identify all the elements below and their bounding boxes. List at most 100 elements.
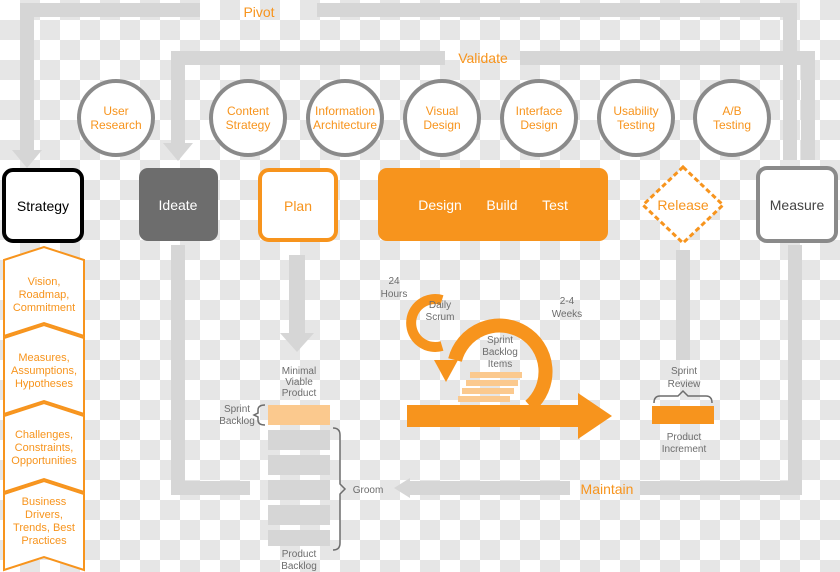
backlog-block <box>268 505 330 525</box>
validate-label: Validate <box>458 50 508 66</box>
activity-label: Visual <box>426 104 458 118</box>
sprint-backlog-label: Sprint Backlog <box>219 404 266 427</box>
chevron-measures: Measures, Assumptions, Hypotheses <box>3 323 85 416</box>
pivot-arrowhead <box>12 150 42 168</box>
product-backlog-stack <box>268 405 330 546</box>
daily-scrum-arrowhead <box>434 360 458 382</box>
activity-usability-testing: Usability Testing <box>597 79 675 157</box>
chevron-text: Constraints, <box>15 442 74 454</box>
chevron-text: Trends, Best <box>13 522 75 534</box>
chevron-text: Roadmap, <box>19 289 70 301</box>
maintain-label: Maintain <box>581 481 634 497</box>
pivot-label: Pivot <box>243 4 274 20</box>
validate-arrowhead <box>163 143 193 161</box>
product-increment-text: Increment <box>662 444 707 455</box>
activity-label: Testing <box>713 118 751 132</box>
sprint-review-brace <box>653 389 713 404</box>
chevron-text: Practices <box>21 535 67 547</box>
chevron-text: Opportunities <box>11 455 77 467</box>
activity-visual-design: Visual Design <box>403 79 481 157</box>
daily-scrum-text: Scrum <box>426 312 455 323</box>
strategy-chevrons: Vision, Roadmap, Commitment Measures, As… <box>3 245 85 572</box>
activity-label: Content <box>227 104 270 118</box>
chevron-vision: Vision, Roadmap, Commitment <box>3 245 85 338</box>
hours-text: 24 <box>388 276 400 287</box>
stage-label: Test <box>542 197 568 213</box>
groom-label: Groom <box>353 485 384 496</box>
mvp-text: Viable <box>285 377 313 388</box>
groom-brace: Groom <box>332 427 384 551</box>
activity-label: Design <box>423 118 460 132</box>
hours-label: 24 Hours <box>381 276 408 300</box>
stage-label: Plan <box>284 198 312 214</box>
backlog-items-text: Backlog <box>482 347 518 358</box>
daily-scrum-text: Daily <box>429 300 451 311</box>
activity-label: Testing <box>617 118 655 132</box>
sprint-backlog-items-stack <box>458 372 522 402</box>
stage-label: Strategy <box>17 198 69 214</box>
chevron-text: Challenges, <box>15 429 73 441</box>
activity-label: Interface <box>516 104 563 118</box>
product-backlog-label: Product Backlog <box>281 549 317 572</box>
mvp-text: Product <box>282 388 317 399</box>
release-down-connector <box>676 250 690 360</box>
weeks-text: Weeks <box>552 309 582 320</box>
sprint-review-text: Sprint <box>671 366 697 377</box>
weeks-label: 2-4 Weeks <box>552 296 582 320</box>
backlog-block <box>268 430 330 450</box>
sprint-main-arrowhead <box>578 393 612 439</box>
backlog-items-text: Sprint <box>487 335 513 346</box>
plan-down-arrow <box>280 255 314 352</box>
activity-label: Research <box>90 118 141 132</box>
stage-label: Ideate <box>159 197 198 213</box>
chevron-text: Assumptions, <box>11 365 77 377</box>
chevron-text: Business <box>22 496 67 508</box>
sprint-backlog-text: Sprint <box>224 404 250 415</box>
backlog-items-text: Items <box>488 359 512 370</box>
stage-plan: Plan <box>258 168 338 242</box>
backlog-block <box>268 480 330 500</box>
product-backlog-text: Backlog <box>281 561 317 572</box>
activity-label: User <box>103 104 128 118</box>
activity-label: Usability <box>613 104 658 118</box>
activity-user-research: User Research <box>77 79 155 157</box>
mvp-text: Minimal <box>282 366 316 377</box>
maintain-arrowhead <box>394 478 410 498</box>
stage-ideate: Ideate <box>139 168 218 241</box>
stage-label: Measure <box>770 197 825 213</box>
activity-interface-design: Interface Design <box>500 79 578 157</box>
stage-label: Build <box>486 197 517 213</box>
chevron-text: Commitment <box>13 302 75 314</box>
sprint-review-label: Sprint Review <box>668 366 702 390</box>
backlog-block <box>268 455 330 475</box>
product-increment-block <box>652 406 714 424</box>
activity-label: Design <box>520 118 557 132</box>
sprint-backlog-text: Backlog <box>219 416 255 427</box>
activity-label: Architecture <box>313 118 377 132</box>
daily-scrum-label: Daily Scrum <box>426 300 455 323</box>
sprint-main-arrow-shaft <box>407 405 582 427</box>
product-increment-text: Product <box>667 432 702 443</box>
weeks-text: 2-4 <box>560 296 575 307</box>
backlog-items-label: Sprint Backlog Items <box>482 335 518 370</box>
backlog-block <box>268 530 330 546</box>
activity-label: Strategy <box>226 118 271 132</box>
hours-text: Hours <box>381 289 408 300</box>
mvp-label: Minimal Viable Product <box>282 366 317 399</box>
chevron-text: Measures, <box>18 352 69 364</box>
stage-design-build-test: Design Build Test <box>378 168 608 241</box>
sprint-backlog-brace <box>252 404 266 426</box>
sprint-backlog-block <box>268 405 330 425</box>
sprint-review-text: Review <box>668 379 702 390</box>
chevron-challenges: Challenges, Constraints, Opportunities <box>3 401 85 494</box>
chevron-text: Hypotheses <box>15 378 74 390</box>
activity-content-strategy: Content Strategy <box>209 79 287 157</box>
activity-label: A/B <box>722 104 741 118</box>
stage-label: Design <box>418 197 462 213</box>
chevron-text: Vision, <box>28 276 61 288</box>
agile-ux-process-diagram: Pivot Validate Maintain User Research Co… <box>2 3 838 572</box>
product-backlog-text: Product <box>282 549 317 560</box>
stage-measure: Measure <box>756 166 838 243</box>
product-increment-label: Product Increment <box>662 432 707 455</box>
chevron-business-drivers: Business Drivers, Trends, Best Practices <box>3 479 85 572</box>
